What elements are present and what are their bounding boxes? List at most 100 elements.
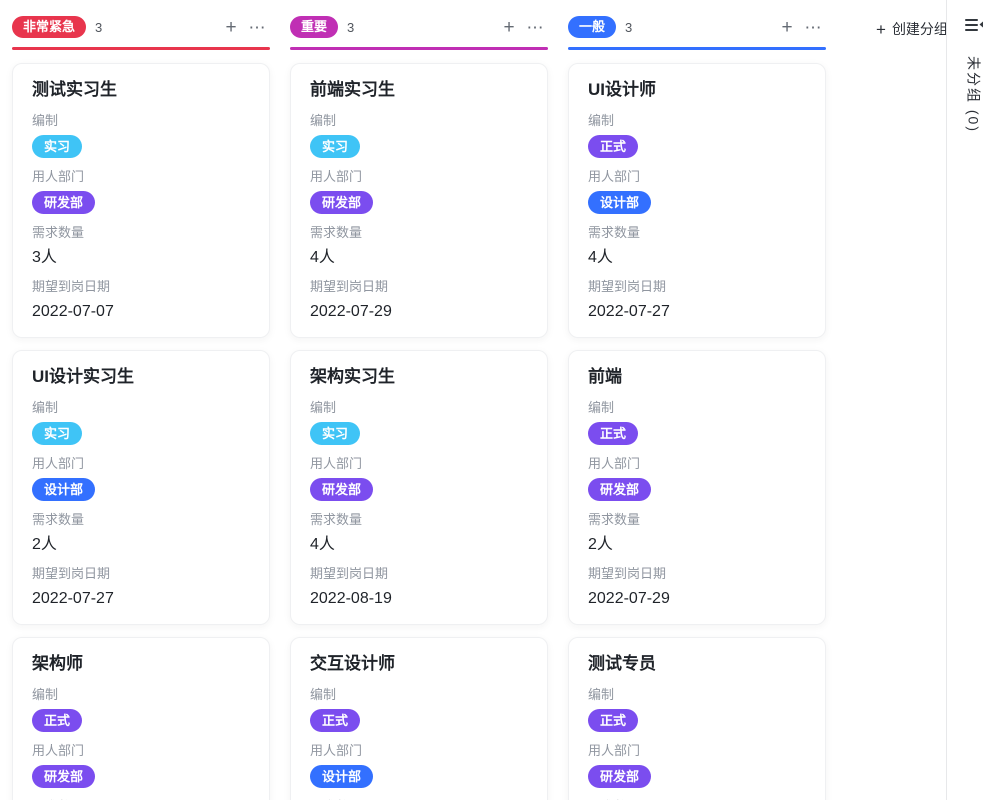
field-label: 编制 (588, 399, 806, 416)
field-value: 4人 (310, 534, 528, 555)
kanban-column: 非常紧急 3 + ⋯ 测试实习生 编制 实习 用人部门 研发部 需求数量 3人 … (12, 14, 270, 800)
field-tag: 实习 (310, 422, 360, 445)
collapsed-group-panel: 未分组 (0) (946, 0, 1000, 800)
record-title: 架构师 (32, 653, 250, 675)
field-label: 编制 (310, 686, 528, 703)
field-label: 编制 (588, 686, 806, 703)
field-label: 需求数量 (32, 224, 250, 241)
create-group-button[interactable]: + 创建分组 (876, 19, 948, 39)
field-label: 编制 (310, 399, 528, 416)
record-field: 编制 实习 (32, 399, 250, 455)
field-tag: 研发部 (588, 478, 651, 501)
record-field: 需求数量 2人 (588, 511, 806, 555)
card-list: 前端实习生 编制 实习 用人部门 研发部 需求数量 4人 期望到岗日期 2022… (290, 63, 548, 800)
kanban-board: 非常紧急 3 + ⋯ 测试实习生 编制 实习 用人部门 研发部 需求数量 3人 … (0, 0, 946, 800)
add-record-button[interactable]: + (218, 15, 244, 39)
field-value: 2022-07-29 (310, 301, 528, 322)
column-header: 非常紧急 3 + ⋯ (12, 14, 270, 40)
field-label: 期望到岗日期 (588, 278, 806, 295)
field-label: 用人部门 (310, 742, 528, 759)
group-name-badge[interactable]: 一般 (568, 16, 616, 38)
field-label: 需求数量 (32, 511, 250, 528)
field-label: 用人部门 (32, 742, 250, 759)
field-tag: 正式 (588, 709, 638, 732)
group-menu-button[interactable]: ⋯ (800, 15, 826, 39)
record-field: 期望到岗日期 2022-08-19 (310, 565, 528, 609)
field-label: 需求数量 (310, 511, 528, 528)
field-tag: 研发部 (32, 191, 95, 214)
field-label: 期望到岗日期 (32, 278, 250, 295)
plus-icon: + (503, 18, 514, 37)
field-tag: 设计部 (588, 191, 651, 214)
record-card[interactable]: 测试专员 编制 正式 用人部门 研发部 需求数量 (568, 637, 826, 800)
field-value: 2人 (32, 534, 250, 555)
field-value: 2022-07-07 (32, 301, 250, 322)
record-field: 编制 正式 (32, 686, 250, 742)
record-title: 前端 (588, 366, 806, 388)
ellipsis-icon: ⋯ (805, 19, 822, 36)
record-fields: 编制 正式 用人部门 研发部 需求数量 2人 期望到岗日期 2022-07-29 (588, 399, 806, 609)
record-card[interactable]: 前端实习生 编制 实习 用人部门 研发部 需求数量 4人 期望到岗日期 2022… (290, 63, 548, 338)
column-header: 重要 3 + ⋯ (290, 14, 548, 40)
field-label: 用人部门 (310, 168, 528, 185)
record-card[interactable]: UI设计师 编制 正式 用人部门 设计部 需求数量 4人 期望到岗日期 2022… (568, 63, 826, 338)
group-list-collapse-icon (964, 21, 984, 36)
group-name-badge[interactable]: 重要 (290, 16, 338, 38)
record-title: 架构实习生 (310, 366, 528, 388)
collapse-panel-button[interactable] (960, 13, 988, 40)
record-field: 用人部门 研发部 (32, 742, 250, 798)
record-field: 需求数量 2人 (32, 511, 250, 555)
field-label: 编制 (588, 112, 806, 129)
field-label: 编制 (32, 686, 250, 703)
column-header: 一般 3 + ⋯ (568, 14, 826, 40)
group-color-bar (12, 47, 270, 50)
record-card[interactable]: 架构师 编制 正式 用人部门 研发部 需求数量 (12, 637, 270, 800)
record-card[interactable]: 前端 编制 正式 用人部门 研发部 需求数量 2人 期望到岗日期 2022-07… (568, 350, 826, 625)
group-color-bar (290, 47, 548, 50)
field-label: 需求数量 (310, 224, 528, 241)
record-fields: 编制 正式 用人部门 研发部 需求数量 (588, 686, 806, 800)
record-card[interactable]: 测试实习生 编制 实习 用人部门 研发部 需求数量 3人 期望到岗日期 2022… (12, 63, 270, 338)
record-field: 用人部门 设计部 (310, 742, 528, 798)
kanban-column: 一般 3 + ⋯ UI设计师 编制 正式 用人部门 设计部 需求数量 4人 期望… (568, 14, 826, 800)
group-menu-button[interactable]: ⋯ (522, 15, 548, 39)
ungrouped-collapsed-label[interactable]: 未分组 (0) (964, 56, 984, 133)
field-label: 用人部门 (588, 742, 806, 759)
record-card[interactable]: 架构实习生 编制 实习 用人部门 研发部 需求数量 4人 期望到岗日期 2022… (290, 350, 548, 625)
record-title: 前端实习生 (310, 79, 528, 101)
kanban-column: 重要 3 + ⋯ 前端实习生 编制 实习 用人部门 研发部 需求数量 4人 期望… (290, 14, 548, 800)
group-count: 3 (95, 20, 102, 35)
field-tag: 正式 (310, 709, 360, 732)
record-fields: 编制 正式 用人部门 设计部 需求数量 4人 期望到岗日期 2022-07-27 (588, 112, 806, 322)
ellipsis-icon: ⋯ (249, 19, 266, 36)
record-card[interactable]: UI设计实习生 编制 实习 用人部门 设计部 需求数量 2人 期望到岗日期 20… (12, 350, 270, 625)
record-title: 交互设计师 (310, 653, 528, 675)
field-value: 4人 (588, 247, 806, 268)
record-field: 期望到岗日期 2022-07-27 (588, 278, 806, 322)
add-record-button[interactable]: + (496, 15, 522, 39)
field-tag: 实习 (310, 135, 360, 158)
field-value: 2022-07-27 (588, 301, 806, 322)
field-value: 4人 (310, 247, 528, 268)
group-menu-button[interactable]: ⋯ (244, 15, 270, 39)
record-fields: 编制 正式 用人部门 研发部 需求数量 (32, 686, 250, 800)
record-card[interactable]: 交互设计师 编制 正式 用人部门 设计部 需求数量 (290, 637, 548, 800)
field-tag: 设计部 (32, 478, 95, 501)
field-label: 期望到岗日期 (310, 565, 528, 582)
record-fields: 编制 实习 用人部门 研发部 需求数量 4人 期望到岗日期 2022-08-19 (310, 399, 528, 609)
record-title: UI设计师 (588, 79, 806, 101)
group-name-badge[interactable]: 非常紧急 (12, 16, 86, 38)
field-label: 用人部门 (310, 455, 528, 472)
field-label: 用人部门 (588, 455, 806, 472)
field-label: 需求数量 (588, 224, 806, 241)
record-field: 用人部门 研发部 (310, 455, 528, 511)
record-field: 编制 实习 (310, 399, 528, 455)
record-field: 期望到岗日期 2022-07-29 (588, 565, 806, 609)
field-label: 用人部门 (32, 168, 250, 185)
field-label: 期望到岗日期 (310, 278, 528, 295)
record-field: 编制 正式 (588, 399, 806, 455)
group-count: 3 (625, 20, 632, 35)
record-field: 期望到岗日期 2022-07-29 (310, 278, 528, 322)
record-field: 编制 实习 (32, 112, 250, 168)
add-record-button[interactable]: + (774, 15, 800, 39)
